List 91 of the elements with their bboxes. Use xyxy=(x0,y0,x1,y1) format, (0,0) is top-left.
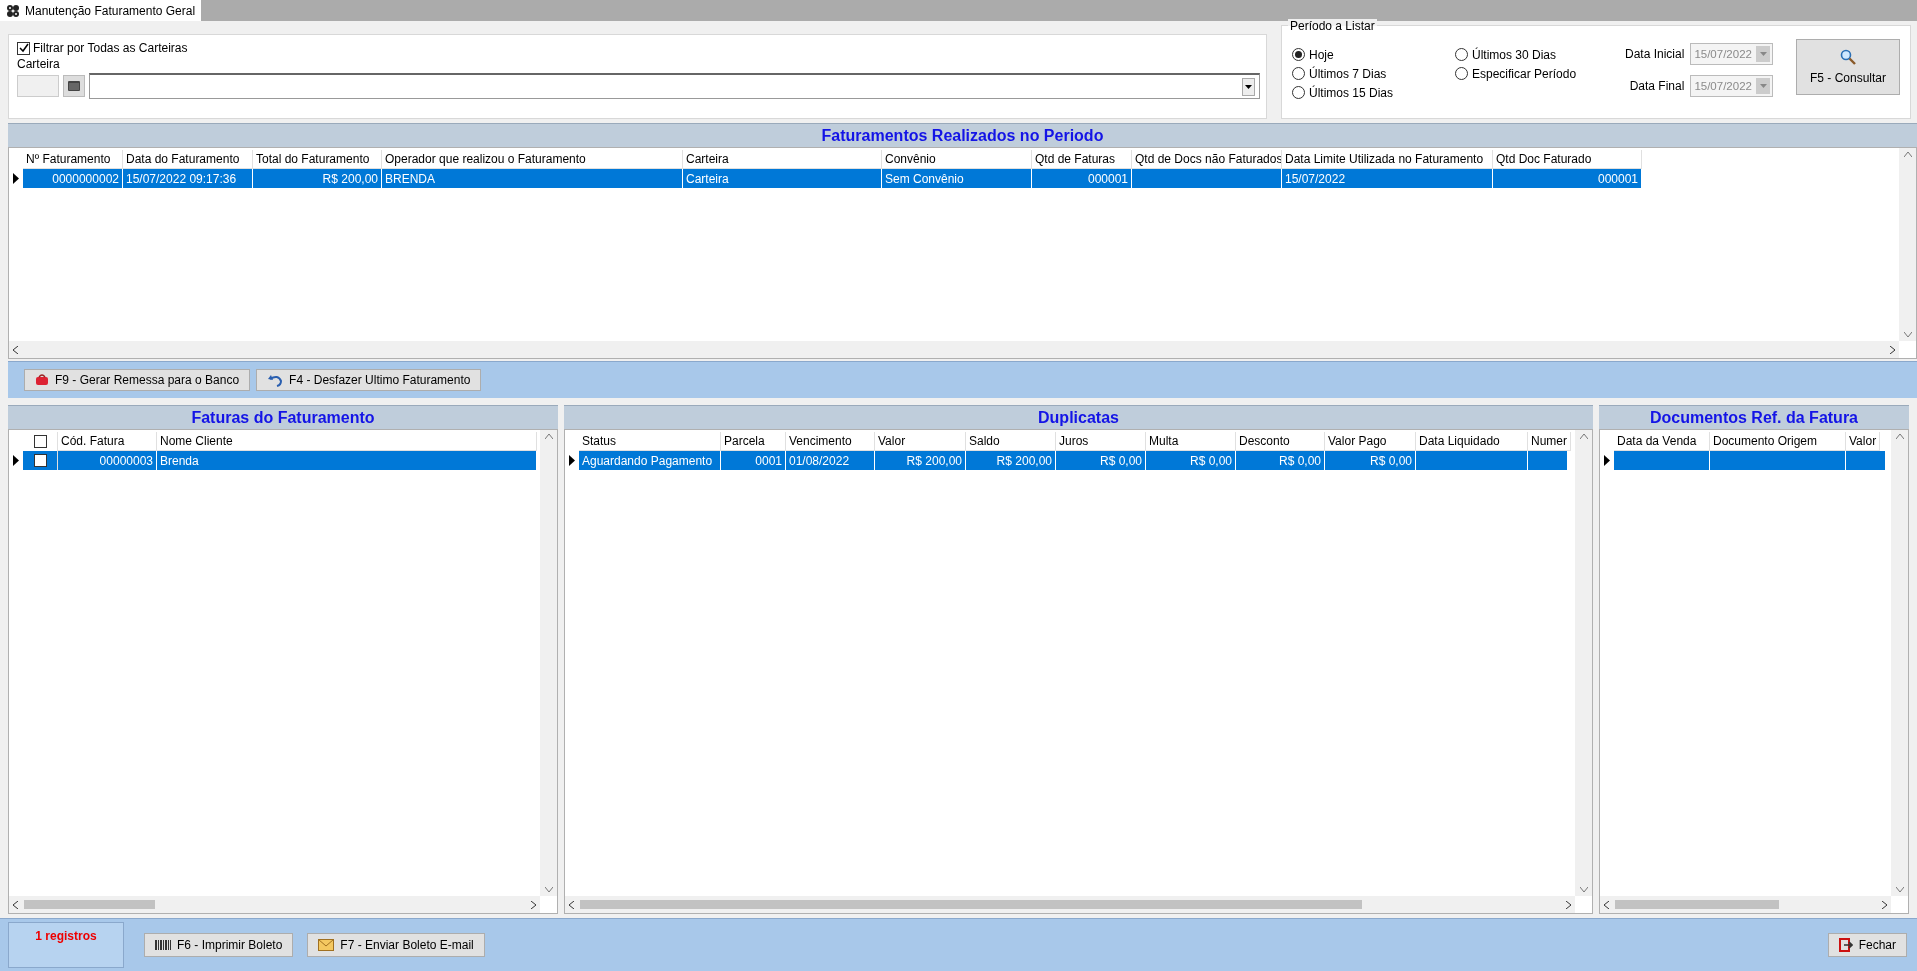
table-cell: R$ 0,00 xyxy=(1325,451,1416,470)
dropdown-arrow-icon xyxy=(1759,84,1767,88)
field-label: Data Inicial xyxy=(1625,47,1685,61)
vertical-scrollbar[interactable] xyxy=(1575,430,1592,896)
checkbox[interactable] xyxy=(33,435,47,448)
window-tab[interactable]: Manutenção Faturamento Geral xyxy=(0,0,202,21)
action-button[interactable]: F9 - Gerar Remessa para o Banco xyxy=(24,369,251,391)
field-label: Carteira xyxy=(17,57,61,71)
scroll-right-icon xyxy=(531,900,536,909)
checkbox[interactable] xyxy=(17,41,30,55)
radio-label: Especificar Período xyxy=(1472,66,1577,81)
scroll-up-icon xyxy=(1903,152,1912,157)
close-button[interactable]: Fechar xyxy=(1827,933,1907,957)
scroll-up-icon xyxy=(544,434,553,439)
vertical-scrollbar[interactable] xyxy=(540,430,557,896)
vertical-scrollbar[interactable] xyxy=(1899,148,1916,341)
table-cell: 000001 xyxy=(1032,169,1132,188)
scroll-right-icon xyxy=(1882,900,1887,909)
dropdown-arrow-icon xyxy=(1759,52,1767,56)
horizontal-scrollbar[interactable] xyxy=(565,896,1575,913)
table-cell: Brenda xyxy=(157,451,537,470)
scroll-down-icon xyxy=(1579,887,1588,892)
search-icon xyxy=(1840,49,1856,65)
row-indicator-icon xyxy=(1604,455,1610,466)
scroll-up-icon xyxy=(1895,434,1904,439)
checkbox[interactable] xyxy=(33,454,47,467)
table-cell: 0001 xyxy=(721,451,786,470)
scroll-right-icon xyxy=(1566,900,1571,909)
footer-button[interactable]: F7 - Enviar Boleto E-mail xyxy=(307,933,485,957)
panel-title: Faturamentos Realizados no Periodo xyxy=(8,123,1917,147)
table-cell: Aguardando Pagamento xyxy=(579,451,721,470)
scroll-left-icon xyxy=(1604,900,1609,909)
vertical-scrollbar[interactable] xyxy=(1891,430,1908,896)
scroll-down-icon xyxy=(1903,332,1912,337)
panel-title: Faturas do Faturamento xyxy=(8,405,558,429)
table-cell: R$ 200,00 xyxy=(875,451,966,470)
radio-button[interactable] xyxy=(1292,67,1305,80)
barcode-icon xyxy=(155,940,171,950)
exit-icon xyxy=(1838,938,1853,952)
table-cell: R$ 200,00 xyxy=(253,169,382,188)
consult-button[interactable]: F5 - Consultar xyxy=(1796,39,1900,95)
table-cell: 000001 xyxy=(1493,169,1642,188)
radio-button[interactable] xyxy=(1292,48,1305,61)
horizontal-scrollbar[interactable] xyxy=(9,896,540,913)
checkbox-label: Filtrar por Todas as Carteiras xyxy=(33,41,188,55)
table-cell: R$ 0,00 xyxy=(1146,451,1236,470)
table-cell: Carteira xyxy=(683,169,882,188)
bag-icon xyxy=(35,374,49,386)
record-count: 1 registros xyxy=(8,922,124,968)
lookup-button[interactable] xyxy=(63,75,85,97)
scroll-left-icon xyxy=(13,900,18,909)
panel-title: Documentos Ref. da Fatura xyxy=(1599,405,1909,429)
horizontal-scrollbar[interactable] xyxy=(1600,896,1891,913)
wallet-dropdown[interactable] xyxy=(89,73,1260,99)
scroll-down-icon xyxy=(544,887,553,892)
scroll-down-icon xyxy=(1895,887,1904,892)
group-title: Período a Listar xyxy=(1288,19,1377,33)
table-cell: 0000000002 xyxy=(23,169,123,188)
radio-button[interactable] xyxy=(1455,48,1468,61)
table-cell: 15/07/2022 xyxy=(1282,169,1493,188)
table-cell: 15/07/2022 09:17:36 xyxy=(123,169,253,188)
code-field[interactable] xyxy=(17,75,59,97)
table-cell: R$ 0,00 xyxy=(1236,451,1325,470)
row-indicator-icon xyxy=(569,455,575,466)
footer-button[interactable]: F6 - Imprimir Boleto xyxy=(144,933,294,957)
scroll-up-icon xyxy=(1579,434,1588,439)
table-cell: Sem Convênio xyxy=(882,169,1032,188)
scroll-left-icon xyxy=(569,900,574,909)
panel-title: Duplicatas xyxy=(564,405,1593,429)
envelope-icon xyxy=(318,939,335,951)
row-indicator-icon xyxy=(13,455,19,466)
table-cell: BRENDA xyxy=(382,169,683,188)
undo-icon xyxy=(267,373,284,387)
radio-label: Últimos 15 Dias xyxy=(1309,85,1394,100)
table-cell: 00000003 xyxy=(58,451,157,470)
radio-button[interactable] xyxy=(1292,86,1305,99)
check-icon xyxy=(18,43,29,53)
action-button[interactable]: F4 - Desfazer Ultimo Faturamento xyxy=(256,369,482,391)
radio-label: Hoje xyxy=(1309,47,1334,62)
field-label: Data Final xyxy=(1629,79,1685,93)
row-indicator-icon xyxy=(13,173,19,184)
horizontal-scrollbar[interactable] xyxy=(9,341,1899,358)
scroll-left-icon xyxy=(13,345,18,354)
radio-label: Últimos 7 Dias xyxy=(1309,66,1387,81)
dropdown-arrow-icon xyxy=(1245,84,1252,89)
table-cell: R$ 0,00 xyxy=(1056,451,1146,470)
scroll-right-icon xyxy=(1890,345,1895,354)
radio-label: Últimos 30 Dias xyxy=(1472,47,1557,62)
radio-button[interactable] xyxy=(1455,67,1468,80)
table-cell: 01/08/2022 xyxy=(786,451,875,470)
table-cell: R$ 200,00 xyxy=(966,451,1056,470)
